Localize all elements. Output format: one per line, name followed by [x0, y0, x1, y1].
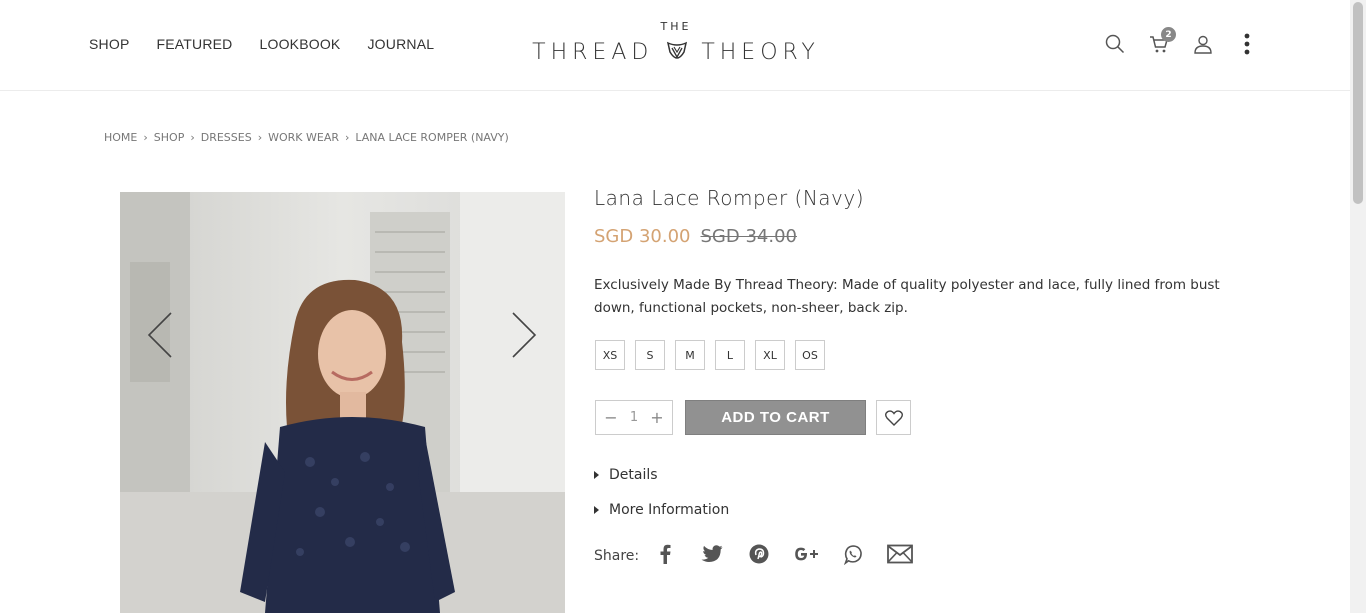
facebook-icon	[660, 544, 671, 564]
more-menu-button[interactable]	[1232, 30, 1262, 58]
heart-icon	[884, 409, 903, 426]
details-toggle[interactable]: Details	[594, 467, 658, 483]
user-icon	[1194, 35, 1212, 54]
share-twitter[interactable]	[698, 540, 726, 568]
breadcrumb-home[interactable]: HOME	[104, 131, 137, 144]
cart-count-badge: 2	[1161, 27, 1176, 42]
email-icon	[887, 544, 914, 564]
chevron-left-icon	[147, 312, 172, 358]
wishlist-button[interactable]	[876, 400, 911, 435]
account-button[interactable]	[1188, 30, 1218, 58]
chevron-right-icon	[512, 312, 537, 358]
price-original: SGD 34.00	[700, 226, 798, 247]
share-bar: Share:	[594, 540, 933, 568]
caret-right-icon	[594, 506, 599, 514]
chevron-right-icon: ›	[190, 131, 195, 144]
pinterest-icon	[749, 544, 769, 564]
price-current: SGD 30.00	[594, 226, 691, 247]
more-vertical-icon	[1244, 33, 1250, 55]
size-option-xs[interactable]: XS	[595, 340, 625, 370]
nav-featured[interactable]: FEATURED	[156, 36, 232, 52]
plus-icon[interactable]: +	[650, 408, 664, 427]
logo-crest-icon	[667, 41, 688, 59]
more-information-label: More Information	[609, 502, 730, 518]
twitter-icon	[701, 545, 723, 562]
share-email[interactable]	[886, 540, 914, 568]
breadcrumb-shop[interactable]: SHOP	[154, 131, 185, 144]
page-scrollbar[interactable]	[1350, 0, 1366, 613]
breadcrumb-dresses[interactable]: DRESSES	[201, 131, 252, 144]
product-title: Lana Lace Romper (Navy)	[594, 186, 865, 210]
whatsapp-icon	[844, 545, 862, 565]
breadcrumb-work-wear[interactable]: WORK WEAR	[268, 131, 339, 144]
gallery-next-button[interactable]	[509, 310, 539, 360]
gallery-prev-button[interactable]	[145, 310, 175, 360]
product-description: Exclusively Made By Thread Theory: Made …	[594, 277, 1220, 316]
logo-word-right: THEORY	[701, 39, 820, 65]
product-photo	[120, 192, 565, 613]
size-option-xl[interactable]: XL	[755, 340, 785, 370]
logo-the: THE	[660, 20, 692, 33]
breadcrumb-current: LANA LACE ROMPER (NAVY)	[355, 131, 509, 144]
size-option-m[interactable]: M	[675, 340, 705, 370]
size-selector: XS S M L XL OS	[595, 340, 835, 370]
quantity-input[interactable]: 1	[630, 410, 638, 425]
nav-shop[interactable]: SHOP	[89, 36, 129, 52]
details-label: Details	[609, 467, 658, 483]
share-facebook[interactable]	[651, 540, 679, 568]
nav-journal[interactable]: JOURNAL	[367, 36, 434, 52]
google-plus-icon	[795, 547, 819, 561]
main-nav: SHOP FEATURED LOOKBOOK JOURNAL	[89, 36, 461, 52]
size-option-l[interactable]: L	[715, 340, 745, 370]
minus-icon[interactable]: −	[604, 408, 618, 427]
header-actions: 2	[1100, 27, 1276, 58]
breadcrumb: HOME › SHOP › DRESSES › WORK WEAR › LANA…	[104, 131, 509, 144]
chevron-right-icon: ›	[345, 131, 350, 144]
caret-right-icon	[594, 471, 599, 479]
product-price: SGD 30.00 SGD 34.00	[594, 226, 797, 247]
site-logo[interactable]: THE THREAD THEORY	[518, 20, 834, 70]
size-option-s[interactable]: S	[635, 340, 665, 370]
site-header: SHOP FEATURED LOOKBOOK JOURNAL THE THREA…	[0, 0, 1350, 91]
share-label: Share:	[594, 548, 640, 564]
chevron-right-icon: ›	[257, 131, 263, 144]
share-whatsapp[interactable]	[839, 540, 867, 568]
quantity-stepper: − 1 +	[595, 400, 673, 435]
more-information-toggle[interactable]: More Information	[594, 502, 729, 518]
scrollbar-thumb[interactable]	[1353, 2, 1363, 204]
nav-lookbook[interactable]: LOOKBOOK	[260, 36, 341, 52]
logo-word-left: THREAD	[532, 39, 654, 65]
logo-wordmark: THREAD THEORY	[518, 34, 834, 70]
search-button[interactable]	[1100, 30, 1130, 58]
add-to-cart-button[interactable]: ADD TO CART	[685, 400, 866, 435]
product-image-gallery[interactable]	[120, 192, 565, 613]
search-icon	[1105, 34, 1125, 54]
share-google-plus[interactable]	[792, 540, 820, 568]
chevron-right-icon: ›	[143, 131, 148, 144]
share-pinterest[interactable]	[745, 540, 773, 568]
size-option-os[interactable]: OS	[795, 340, 825, 370]
cart-button[interactable]: 2	[1144, 27, 1176, 58]
